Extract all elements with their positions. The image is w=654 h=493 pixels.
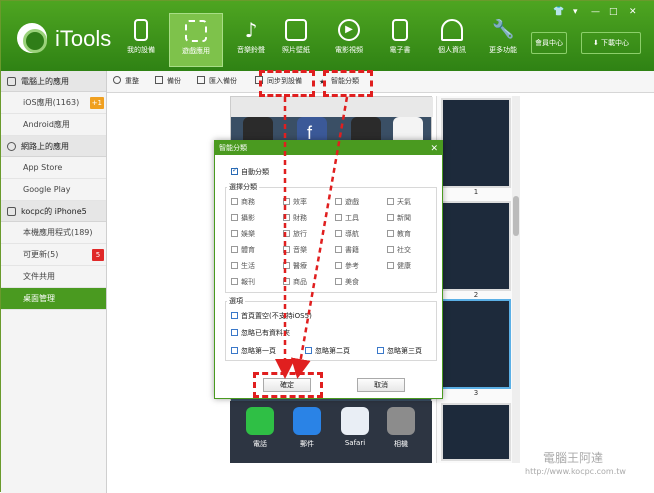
watermark-title: 電腦王阿達 — [543, 451, 604, 465]
annotation-arrows — [275, 96, 349, 379]
arrow-classify-to-ok — [290, 96, 349, 379]
itools-window: iTools 我的設備 遊戲應用 ♪ 音樂鈴聲 照片壁紙 ▶ 電影視頻 電子書 … — [0, 0, 654, 493]
watermark-url: http://www.kocpc.com.tw — [525, 467, 626, 476]
